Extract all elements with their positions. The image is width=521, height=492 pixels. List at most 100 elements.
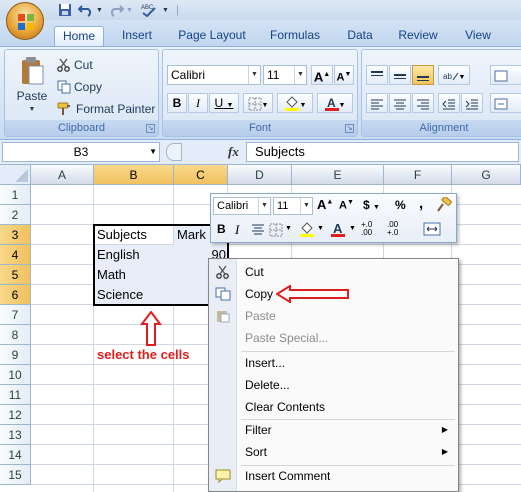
undo-icon[interactable] [78, 3, 94, 17]
copy-button[interactable]: Copy [57, 80, 102, 94]
column-header-d[interactable]: D [228, 165, 292, 185]
shrink-font-button[interactable]: A▼ [334, 65, 354, 85]
redo-icon[interactable] [108, 3, 124, 17]
font-color-button[interactable]: A ▼ [317, 93, 353, 113]
font-size-select[interactable]: 11 ▼ [263, 65, 307, 85]
row-header-14[interactable]: 14 [0, 445, 31, 465]
menu-item-cut[interactable]: Cut [209, 261, 458, 283]
row-header-10[interactable]: 10 [0, 365, 31, 385]
name-box[interactable]: B3 ▼ [2, 142, 160, 162]
save-icon[interactable] [58, 3, 72, 17]
insert-function-icon[interactable]: fx [228, 144, 239, 160]
formula-bar-handle[interactable] [166, 143, 182, 161]
row-header-3[interactable]: 3 [0, 225, 31, 245]
redo-dropdown-icon[interactable]: ▼ [126, 3, 133, 17]
tab-formulas[interactable]: Formulas [262, 26, 328, 46]
select-all-corner[interactable] [0, 165, 31, 185]
align-top-button[interactable] [366, 65, 388, 85]
column-header-c[interactable]: C [174, 165, 228, 185]
mini-center-icon[interactable] [251, 224, 265, 236]
column-header-e[interactable]: E [292, 165, 384, 185]
tab-data[interactable]: Data [338, 26, 382, 46]
mini-borders-icon[interactable] [269, 223, 283, 237]
align-bottom-button[interactable] [412, 65, 434, 85]
mini-comma-button[interactable]: , [419, 195, 423, 212]
wrap-text-button[interactable] [490, 65, 521, 85]
align-right-button[interactable] [412, 93, 434, 113]
row-header-1[interactable]: 1 [0, 185, 31, 205]
menu-item-filter[interactable]: Filter ▶ [209, 419, 458, 441]
bold-button[interactable]: B [167, 93, 187, 113]
office-button[interactable] [6, 2, 44, 40]
undo-dropdown-icon[interactable]: ▼ [96, 3, 103, 17]
tab-page-layout[interactable]: Page Layout [172, 26, 252, 46]
align-left-button[interactable] [366, 93, 388, 113]
row-header-6[interactable]: 6 [0, 285, 31, 305]
menu-item-sort[interactable]: Sort ▶ [209, 441, 458, 463]
qat-dropdown-icon[interactable]: ▼ [162, 3, 169, 17]
mini-borders-dropdown-icon[interactable]: ▼ [285, 225, 292, 232]
cell-b6[interactable]: Science [97, 285, 143, 305]
increase-indent-button[interactable] [461, 93, 483, 113]
grow-font-button[interactable]: A▲ [311, 65, 333, 85]
row-header-9[interactable]: 9 [0, 345, 31, 365]
cell-b5[interactable]: Math [97, 265, 126, 285]
spelling-icon[interactable]: ABC [140, 3, 158, 17]
mini-merge-icon[interactable] [423, 222, 441, 236]
format-painter-button[interactable]: Format Painter [57, 102, 155, 116]
mini-fill-bucket-icon[interactable] [299, 222, 315, 238]
mini-format-painter-icon[interactable] [437, 197, 453, 213]
borders-button[interactable]: ▼ [243, 93, 273, 113]
column-header-f[interactable]: F [384, 165, 452, 185]
row-header-12[interactable]: 12 [0, 405, 31, 425]
row-header-4[interactable]: 4 [0, 245, 31, 265]
cell-b3[interactable]: Subjects [97, 225, 147, 245]
mini-font-size-select[interactable]: 11 ▼ [273, 197, 313, 215]
orientation-button[interactable]: ab ▼ [438, 65, 470, 85]
font-launcher-icon[interactable]: ↘ [345, 124, 354, 133]
mini-decrease-decimal-button[interactable]: .00 +.0 [387, 221, 409, 237]
font-name-select[interactable]: Calibri ▼ [167, 65, 261, 85]
name-box-dropdown-icon[interactable]: ▼ [149, 143, 157, 161]
mini-percent-button[interactable]: % [395, 198, 406, 212]
mini-font-color-icon[interactable]: A [331, 221, 345, 238]
column-header-g[interactable]: G [452, 165, 521, 185]
paste-dropdown-icon[interactable]: ▼ [29, 106, 36, 113]
align-center-button[interactable] [389, 93, 411, 113]
merge-center-button[interactable] [490, 93, 521, 113]
row-header-15[interactable]: 15 [0, 465, 31, 485]
mini-shrink-font-button[interactable]: A▼ [339, 199, 354, 212]
tab-insert[interactable]: Insert [112, 26, 162, 46]
mini-italic-button[interactable]: I [235, 222, 239, 238]
row-header-2[interactable]: 2 [0, 205, 31, 225]
mini-font-color-dropdown-icon[interactable]: ▼ [349, 225, 356, 232]
clipboard-launcher-icon[interactable]: ↘ [146, 124, 155, 133]
column-header-b[interactable]: B [94, 165, 174, 185]
formula-input[interactable]: Subjects [246, 142, 519, 162]
tab-review[interactable]: Review [390, 26, 446, 46]
menu-item-paste-special[interactable]: Paste Special... [209, 327, 458, 349]
column-header-a[interactable]: A [31, 165, 94, 185]
mini-fill-dropdown-icon[interactable]: ▼ [317, 225, 324, 232]
menu-item-insert[interactable]: Insert... [209, 352, 458, 374]
cut-button[interactable]: Cut [57, 58, 93, 72]
mini-currency-button[interactable]: $ ▼ [363, 198, 380, 212]
tab-home[interactable]: Home [54, 26, 104, 46]
underline-button[interactable]: U ▼ [209, 93, 239, 113]
menu-item-insert-comment[interactable]: Insert Comment [209, 465, 458, 487]
row-header-5[interactable]: 5 [0, 265, 31, 285]
menu-item-paste[interactable]: Paste [209, 305, 458, 327]
row-header-13[interactable]: 13 [0, 425, 31, 445]
align-middle-button[interactable] [389, 65, 411, 85]
paste-button[interactable]: Paste ▼ [13, 56, 51, 113]
decrease-indent-button[interactable] [438, 93, 460, 113]
mini-grow-font-button[interactable]: A▲ [317, 197, 333, 212]
mini-font-name-select[interactable]: Calibri ▼ [213, 197, 271, 215]
row-header-11[interactable]: 11 [0, 385, 31, 405]
mini-increase-decimal-button[interactable]: +.0 .00 [361, 221, 383, 237]
tab-view[interactable]: View [454, 26, 502, 46]
row-header-8[interactable]: 8 [0, 325, 31, 345]
italic-button[interactable]: I [188, 93, 208, 113]
row-header-7[interactable]: 7 [0, 305, 31, 325]
cell-b4[interactable]: English [97, 245, 140, 265]
